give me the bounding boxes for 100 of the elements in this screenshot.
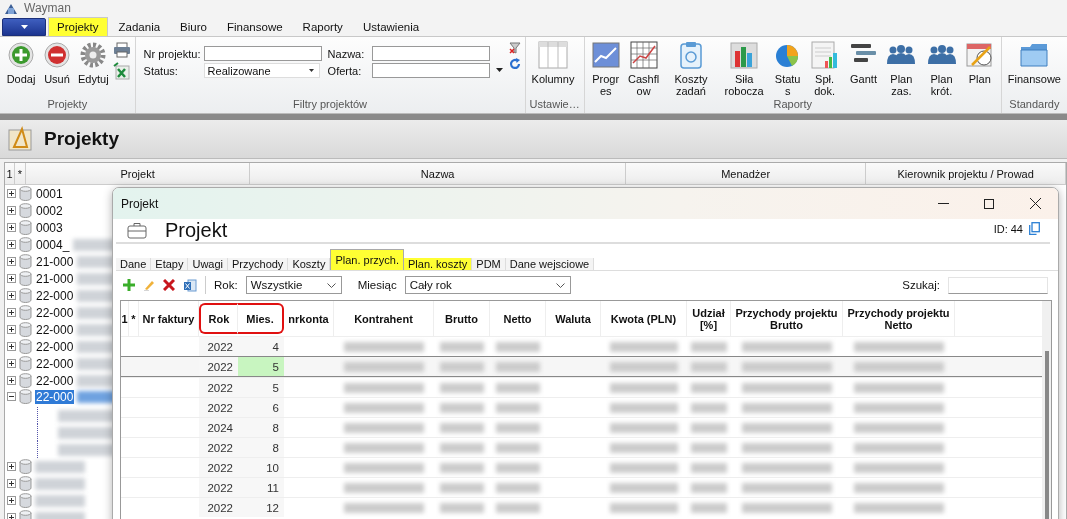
column-header[interactable]: nrkonta [284, 301, 334, 336]
window-title: Wayman [24, 1, 71, 15]
table-cell: 2022 [199, 438, 238, 457]
project-code[interactable]: 21-000 [35, 254, 75, 269]
field-label: Nr projektu: [143, 47, 202, 60]
table-cell: 2022 [199, 478, 238, 497]
ribbon-tab[interactable]: Zadania [109, 17, 170, 36]
project-code[interactable]: 22-000 [35, 322, 75, 337]
ribbon-button[interactable]: Edytuj [76, 40, 111, 85]
ribbon-button[interactable]: Dodaj [4, 40, 38, 85]
table-cell: 2022 [199, 398, 238, 417]
ribbon-button[interactable]: Kolumny [529, 40, 577, 85]
column-header[interactable]: Kontrahent [334, 301, 434, 336]
dialog-title: Projekt [121, 196, 159, 211]
project-code[interactable]: 22-000 [35, 389, 75, 404]
dialog-tab[interactable]: Uwagi [188, 258, 228, 270]
ribbon-button[interactable]: Usuń [40, 40, 74, 85]
column-header[interactable]: * [129, 301, 139, 336]
dialog-tab[interactable]: Przychody [228, 258, 289, 270]
project-code[interactable]: 0002 [35, 203, 64, 218]
group-label: Ustawie… [529, 97, 580, 112]
project-code[interactable]: 22-000 [35, 356, 75, 371]
table-cell: 5 [238, 357, 284, 376]
field-label: Oferta: [327, 64, 363, 77]
table-cell: 8 [238, 438, 284, 457]
column-header[interactable]: Brutto [434, 301, 490, 336]
month-select[interactable]: Cały rok [404, 276, 571, 294]
column-header[interactable]: 1 [121, 301, 129, 336]
table-cell: 2022 [199, 378, 238, 397]
column-header[interactable]: Przychody projektu Netto [843, 301, 955, 336]
dialog-tab[interactable]: Etapy [151, 258, 189, 270]
ribbon-button[interactable]: Finansowe [1005, 40, 1063, 85]
project-code[interactable]: 0001 [35, 186, 64, 201]
field-label: Rok: [214, 279, 238, 291]
group-label: Standardy [1008, 97, 1061, 112]
project-code[interactable]: 21-000 [35, 271, 75, 286]
table-cell: 6 [238, 398, 284, 417]
project-code[interactable]: 22-000 [35, 339, 75, 354]
column-header[interactable]: Netto [490, 301, 546, 336]
ribbon-tab[interactable]: Finansowe [217, 17, 292, 36]
column-header[interactable]: Waluta [546, 301, 601, 336]
table-cell: 11 [238, 478, 284, 497]
column-header[interactable]: Przychody projektu Brutto [731, 301, 843, 336]
page-title: Projekty [44, 128, 119, 150]
column-header[interactable]: Mies. [238, 303, 284, 334]
column-header[interactable]: 1 [5, 163, 15, 184]
column-header[interactable]: * [14, 163, 26, 184]
column-header[interactable]: Projekt [25, 163, 251, 184]
ribbon-button[interactable]: Cashflow [624, 40, 663, 97]
project-code[interactable]: 22-000 [35, 288, 75, 303]
field-label: Nazwa: [327, 47, 366, 60]
dialog-tab[interactable]: PDM [472, 258, 506, 270]
ribbon-button[interactable]: Siła robocza [719, 40, 769, 97]
table-cell: 12 [238, 498, 284, 517]
ribbon-button[interactable]: Progres [588, 40, 623, 97]
ribbon-button[interactable]: Plan zas. [882, 40, 921, 97]
field-label: Status: [143, 64, 179, 77]
dialog-tab[interactable]: Koszty [288, 258, 331, 270]
dialog-tab[interactable]: Plan. przych. [330, 249, 404, 270]
status-select[interactable]: Realizowane [203, 63, 320, 78]
column-header[interactable]: Nr faktury [139, 301, 199, 336]
group-label: Filtry projektów [292, 97, 369, 112]
project-code[interactable]: 0004_ [35, 237, 71, 252]
table-cell: 4 [238, 337, 284, 356]
ribbon-tab[interactable]: Ustawienia [353, 17, 429, 36]
table-cell: 5 [238, 378, 284, 397]
table-cell: 10 [238, 458, 284, 477]
ribbon-tab[interactable]: Biuro [171, 17, 216, 36]
column-header[interactable]: Udział [%] [687, 301, 731, 336]
column-header[interactable]: Rok [199, 303, 238, 334]
table-cell: 2022 [199, 337, 238, 356]
group-label: Raporty [772, 97, 813, 112]
record-id: ID: 44 [993, 223, 1023, 235]
field-label: Szukaj: [902, 279, 940, 291]
year-select[interactable]: Wszystkie [245, 276, 342, 294]
ribbon-button[interactable]: Plan [962, 40, 997, 85]
ribbon-button[interactable]: Gantt [846, 40, 881, 85]
column-header[interactable]: Nazwa [250, 163, 626, 184]
ribbon-button[interactable]: Plan krót. [922, 40, 961, 97]
dialog-tab[interactable]: Dane wejsciowe [505, 258, 595, 270]
dialog-tab[interactable]: Dane [116, 258, 152, 270]
field-label: Miesiąc [357, 279, 397, 291]
ribbon-button[interactable]: Status [770, 40, 805, 97]
column-header[interactable]: Kwota (PLN) [601, 301, 687, 336]
table-cell: 2022 [199, 458, 238, 477]
ribbon-tab[interactable]: Raporty [293, 17, 352, 36]
project-code[interactable]: 0003 [35, 220, 64, 235]
table-cell: 8 [238, 418, 284, 437]
table-cell: 2022 [199, 498, 238, 517]
ribbon-button[interactable]: Spł. dok. [806, 40, 843, 97]
group-label: Projekty [46, 97, 89, 112]
project-code[interactable]: 22-000 [35, 305, 75, 320]
table-cell: 2024 [199, 418, 238, 437]
dialog-tab[interactable]: Plan. koszty [404, 258, 473, 270]
dialog-heading: Projekt [165, 219, 228, 242]
column-header[interactable]: Kierownik projektu / Prowad [866, 163, 1066, 184]
ribbon-tab[interactable]: Projekty [48, 17, 108, 36]
project-code[interactable]: 22-000 [35, 373, 75, 388]
column-header[interactable]: Menadżer [625, 163, 867, 184]
ribbon-button[interactable]: Koszty zadań [664, 40, 718, 97]
